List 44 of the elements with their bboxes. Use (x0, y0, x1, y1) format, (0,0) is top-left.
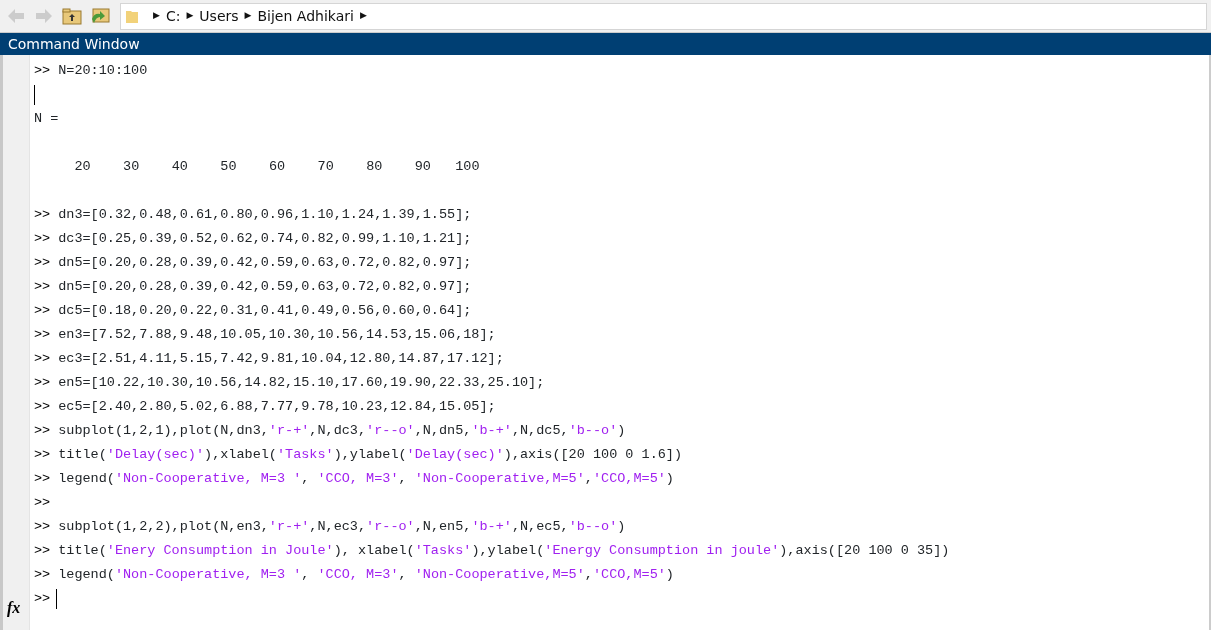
command-text: title('Enery Consumption in Joule'), xlabel('Tasks'),ylabel('Energy Consumption in joule'),axis([20 100 0 35]) (58, 542, 950, 560)
prompt: >> (34, 206, 51, 224)
command-text: ec5=[2.40,2.80,5.02,6.88,7.77,9.78,10.23,12.84,15.05]; (58, 398, 496, 416)
prompt: >> (34, 398, 51, 416)
command-text: dc3=[0.25,0.39,0.52,0.62,0.74,0.82,0.99,1.10,1.21]; (58, 230, 472, 248)
function-browser-button[interactable]: fx (7, 600, 21, 616)
breadcrumb-item[interactable]: Bijen Adhikari (257, 5, 354, 27)
prompt: >> (34, 470, 51, 488)
folder-icon (125, 8, 139, 24)
prompt: >> (34, 326, 51, 344)
prompt: >> (34, 350, 51, 368)
text-cursor (56, 589, 58, 609)
panel-title: Command Window (0, 33, 1211, 55)
prompt: >> (34, 542, 51, 560)
prompt: >> (34, 518, 51, 536)
output-text: N = (34, 110, 59, 128)
command-text: dn5=[0.20,0.28,0.39,0.42,0.59,0.63,0.72,0.82,0.97]; (58, 278, 472, 296)
command-text: title('Delay(sec)'),xlabel('Tasks'),ylabel('Delay(sec)'),axis([20 100 0 1.6]) (58, 446, 683, 464)
command-text: subplot(1,2,1),plot(N,dn3,'r-+',N,dc3,'r--o',N,dn5,'b-+',N,dc5,'b--o') (58, 422, 626, 440)
command-text: dc5=[0.18,0.20,0.22,0.31,0.41,0.49,0.56,0.60,0.64]; (58, 302, 472, 320)
prompt: >> (34, 302, 51, 320)
prompt: >> (34, 566, 51, 584)
prompt: >> (34, 62, 51, 80)
command-text: legend('Non-Cooperative, M=3 ', 'CCO, M=3', 'Non-Cooperative,M=5','CCO,M=5') (58, 566, 674, 584)
prompt: >> (34, 422, 51, 440)
command-text: en3=[7.52,7.88,9.48,10.05,10.30,10.56,14.53,15.06,18]; (58, 326, 496, 344)
text-cursor (34, 85, 35, 105)
breadcrumb-item[interactable]: Users (199, 5, 239, 27)
prompt: >> (34, 590, 51, 608)
prompt: >> (34, 230, 51, 248)
command-text: dn5=[0.20,0.28,0.39,0.42,0.59,0.63,0.72,0.82,0.97]; (58, 254, 472, 272)
command-text: legend('Non-Cooperative, M=3 ', 'CCO, M=3', 'Non-Cooperative,M=5','CCO,M=5') (58, 470, 674, 488)
breadcrumb-item[interactable]: C: (165, 5, 181, 27)
prompt: >> (34, 374, 51, 392)
output-text: 20 30 40 50 60 70 80 90 100 (73, 158, 480, 176)
prompt: >> (34, 446, 51, 464)
command-text: en5=[10.22,10.30,10.56,14.82,15.10,17.60,19.90,22.33,25.10]; (58, 374, 545, 392)
prompt: >> (34, 278, 51, 296)
command-text: subplot(1,2,2),plot(N,en3,'r-+',N,ec3,'r--o',N,en5,'b-+',N,ec5,'b--o') (58, 518, 626, 536)
command-text: dn3=[0.32,0.48,0.61,0.80,0.96,1.10,1.24,1.39,1.55]; (58, 206, 472, 224)
prompt: >> (34, 494, 51, 512)
command-text: ec3=[2.51,4.11,5.15,7.42,9.81,10.04,12.80,14.87,17.12]; (58, 350, 504, 368)
command-text: N=20:10:100 (58, 62, 148, 80)
prompt: >> (34, 254, 51, 272)
